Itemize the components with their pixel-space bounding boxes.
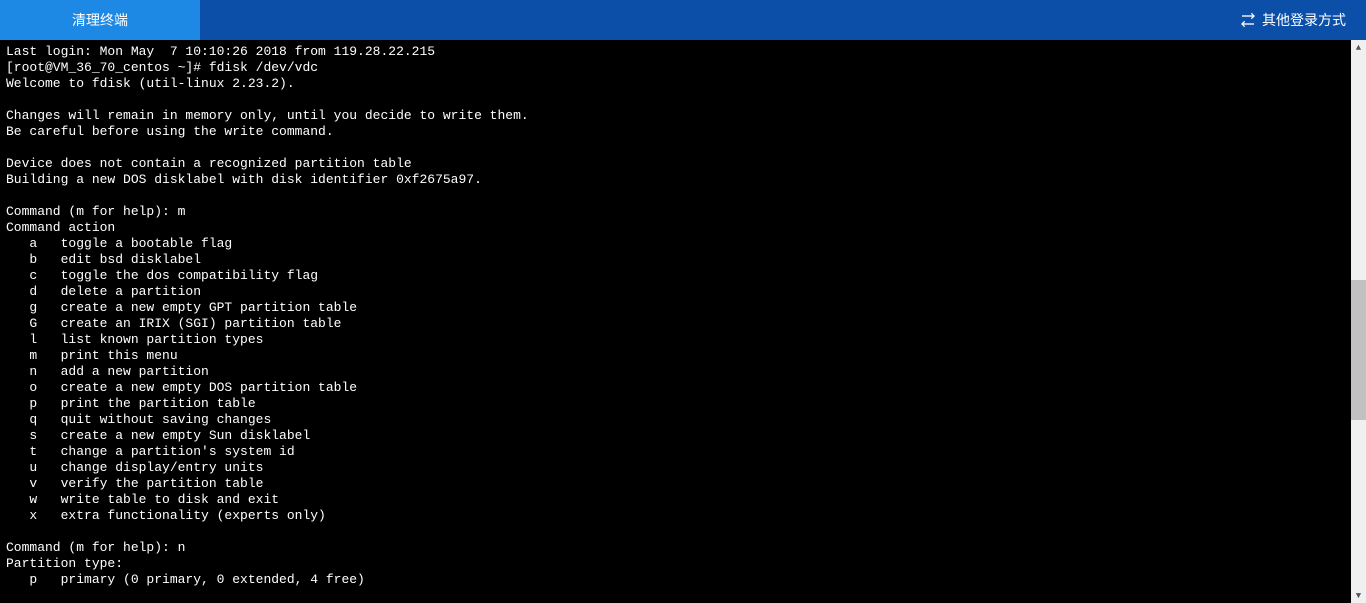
- header-left: 清理终端: [0, 0, 200, 40]
- clear-terminal-button[interactable]: 清理终端: [0, 0, 200, 40]
- clear-terminal-label: 清理终端: [72, 10, 128, 30]
- scrollbar-thumb[interactable]: [1351, 280, 1366, 420]
- scroll-up-arrow[interactable]: ▲: [1351, 40, 1366, 55]
- terminal-wrapper: Last login: Mon May 7 10:10:26 2018 from…: [0, 40, 1366, 603]
- terminal-output[interactable]: Last login: Mon May 7 10:10:26 2018 from…: [0, 40, 1351, 603]
- scrollbar-track[interactable]: ▲ ▼: [1351, 40, 1366, 603]
- header-bar: 清理终端 其他登录方式: [0, 0, 1366, 40]
- scroll-down-arrow[interactable]: ▼: [1351, 588, 1366, 603]
- other-login-button[interactable]: 其他登录方式: [1240, 10, 1366, 30]
- other-login-label: 其他登录方式: [1262, 10, 1346, 30]
- switch-icon: [1240, 12, 1256, 28]
